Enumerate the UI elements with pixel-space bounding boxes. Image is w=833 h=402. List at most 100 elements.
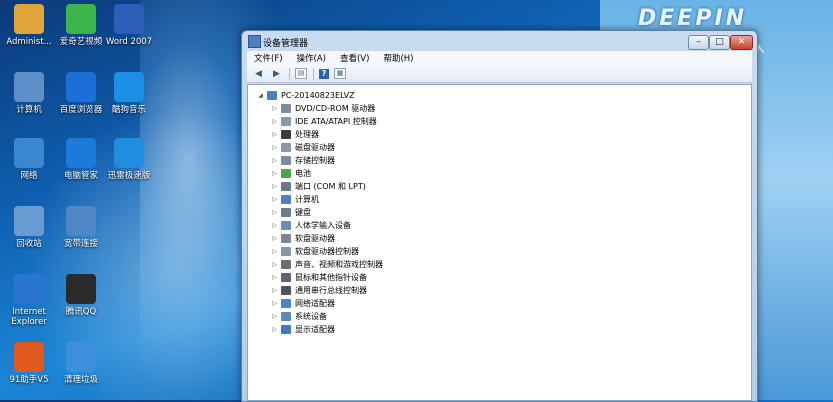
menu-file[interactable]: 文件(F): [247, 52, 290, 64]
desktop-icon[interactable]: 回收站: [0, 206, 58, 249]
expand-arrow-icon[interactable]: ▷: [270, 105, 279, 112]
desktop-icon[interactable]: 酷狗音乐: [100, 72, 158, 115]
desktop-icon[interactable]: Administ...: [0, 4, 58, 47]
tree-item[interactable]: ▷ 存储控制器: [256, 154, 383, 167]
word-icon: [114, 4, 144, 34]
expand-arrow-icon[interactable]: ▷: [270, 131, 279, 138]
tree-item[interactable]: ▷ 计算机: [256, 193, 383, 206]
desktop-icon-label: 网络: [20, 171, 38, 181]
expand-arrow-icon[interactable]: ▷: [270, 287, 279, 294]
expand-arrow-icon[interactable]: ▷: [270, 222, 279, 229]
floppy-drive-icon: [281, 234, 291, 243]
tree-item-label: 显示适配器: [295, 325, 335, 334]
menu-view[interactable]: 查看(V): [333, 52, 376, 64]
port-icon: [281, 182, 291, 191]
desktop-icon[interactable]: Internet Explorer: [0, 274, 58, 327]
expand-arrow-icon[interactable]: ▷: [270, 326, 279, 333]
minimize-button[interactable]: –: [688, 35, 709, 50]
tree-root[interactable]: ◢ PC-20140823ELVZ: [256, 89, 383, 102]
expand-arrow-icon[interactable]: ▷: [270, 235, 279, 242]
tree-item[interactable]: ▷ IDE ATA/ATAPI 控制器: [256, 115, 383, 128]
user-folder-icon: [14, 4, 44, 34]
toolbar-separator: [289, 67, 290, 80]
expand-arrow-icon[interactable]: ▷: [270, 209, 279, 216]
desktop-icon[interactable]: 迅雷极速版: [100, 138, 158, 181]
desktop-icon[interactable]: 91助手V5: [0, 342, 58, 385]
expand-arrow-icon[interactable]: ▷: [270, 313, 279, 320]
qq-icon: [66, 274, 96, 304]
broadband-icon: [66, 206, 96, 236]
close-button[interactable]: ✕: [730, 35, 753, 50]
tree-item[interactable]: ▷ 处理器: [256, 128, 383, 141]
forward-button[interactable]: ▶: [270, 68, 283, 80]
desktop-icon[interactable]: 计算机: [0, 72, 58, 115]
tree-item[interactable]: ▷ DVD/CD-ROM 驱动器: [256, 102, 383, 115]
expand-arrow-icon[interactable]: ▷: [270, 196, 279, 203]
tree-item[interactable]: ▷ 网络适配器: [256, 297, 383, 310]
tree-item[interactable]: ▷ 通用串行总线控制器: [256, 284, 383, 297]
scan-hardware-icon[interactable]: ▦: [334, 68, 346, 79]
expand-arrow-icon[interactable]: ▷: [270, 118, 279, 125]
desktop-icon[interactable]: Word 2007: [100, 4, 158, 47]
tree-root-label: PC-20140823ELVZ: [281, 91, 355, 100]
expand-arrow-icon[interactable]: ▷: [270, 157, 279, 164]
tree-item[interactable]: ▷ 端口 (COM 和 LPT): [256, 180, 383, 193]
back-button[interactable]: ◀: [252, 68, 265, 80]
tree-item[interactable]: ▷ 电池: [256, 167, 383, 180]
sound-icon: [281, 260, 291, 269]
device-tree-pane[interactable]: ◢ PC-20140823ELVZ ▷ DVD/CD-ROM 驱动器 ▷ IDE AT…: [247, 84, 752, 401]
expand-arrow-icon[interactable]: ▷: [270, 261, 279, 268]
tree-item[interactable]: ▷ 声音、视频和游戏控制器: [256, 258, 383, 271]
menu-help[interactable]: 帮助(H): [376, 52, 420, 64]
desktop-icon-label: Word 2007: [105, 37, 153, 47]
device-manager-icon: [248, 35, 261, 48]
properties-icon[interactable]: ▤: [295, 68, 307, 79]
menu-action[interactable]: 操作(A): [290, 52, 333, 64]
desktop-icon[interactable]: 网络: [0, 138, 58, 181]
desktop-icon[interactable]: 宽带连接: [52, 206, 110, 249]
expand-arrow-icon[interactable]: ▷: [270, 183, 279, 190]
maximize-button[interactable]: □: [709, 35, 730, 50]
usb-icon: [281, 286, 291, 295]
menu-bar: 文件(F) 操作(A) 查看(V) 帮助(H): [247, 51, 752, 65]
tree-item-label: 软盘驱动器: [295, 234, 335, 243]
desktop-icon-label: 迅雷极速版: [107, 171, 151, 181]
recycle-bin-icon: [14, 206, 44, 236]
cdrom-icon: [281, 104, 291, 113]
title-bar[interactable]: 设备管理器 – □ ✕: [242, 31, 757, 51]
expand-arrow-icon[interactable]: ▷: [270, 274, 279, 281]
iqiyi-icon: [66, 4, 96, 34]
tree-item-label: DVD/CD-ROM 驱动器: [295, 104, 376, 113]
desktop-icon[interactable]: 腾讯QQ: [52, 274, 110, 317]
brand-logo: DEEPIN: [638, 6, 748, 31]
device-manager-window[interactable]: 设备管理器 – □ ✕ 文件(F) 操作(A) 查看(V) 帮助(H) ◀ ▶ …: [241, 30, 758, 402]
tree-item[interactable]: ▷ 磁盘驱动器: [256, 141, 383, 154]
tree-item[interactable]: ▷ 系统设备: [256, 310, 383, 323]
cleanup-icon: [66, 342, 96, 372]
shield-icon: [66, 138, 96, 168]
tree-item[interactable]: ▷ 软盘驱动器: [256, 232, 383, 245]
expand-arrow-icon[interactable]: ▷: [270, 170, 279, 177]
expand-arrow-icon[interactable]: ▷: [270, 300, 279, 307]
mouse-icon: [281, 273, 291, 282]
expand-arrow-icon[interactable]: ▷: [270, 144, 279, 151]
desktop-icon-label: Internet Explorer: [11, 307, 47, 327]
battery-icon: [281, 169, 291, 178]
tree-item[interactable]: ▷ 键盘: [256, 206, 383, 219]
tree-item[interactable]: ▷ 鼠标和其他指针设备: [256, 271, 383, 284]
system-device-icon: [281, 312, 291, 321]
expand-arrow-icon[interactable]: ▷: [270, 248, 279, 255]
tree-item-label: 处理器: [295, 130, 319, 139]
storage-controller-icon: [281, 156, 291, 165]
toolbar-separator: [313, 67, 314, 80]
tree-item[interactable]: ▷ 人体学输入设备: [256, 219, 383, 232]
tree-item[interactable]: ▷ 显示适配器: [256, 323, 383, 336]
tree-item[interactable]: ▷ 软盘驱动器控制器: [256, 245, 383, 258]
desktop-icon[interactable]: 清理垃圾: [52, 342, 110, 385]
display-adapter-icon: [281, 325, 291, 334]
network-adapter-icon: [281, 299, 291, 308]
tree-item-label: 声音、视频和游戏控制器: [295, 260, 383, 269]
desktop-icon-label: 宽带连接: [63, 239, 98, 249]
help-icon[interactable]: ?: [319, 68, 329, 79]
collapse-arrow-icon[interactable]: ◢: [256, 92, 265, 99]
